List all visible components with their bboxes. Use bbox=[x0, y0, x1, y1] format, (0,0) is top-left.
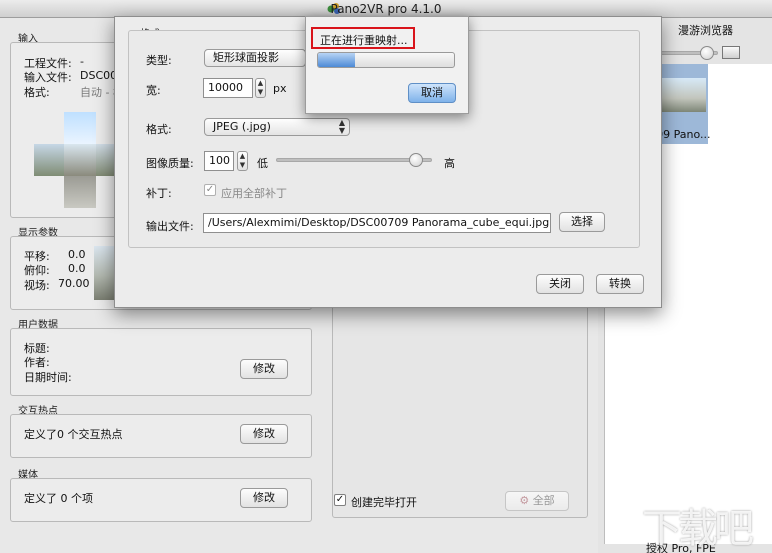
hotspot-modify-button[interactable]: 修改 bbox=[240, 424, 288, 444]
fov-value: 70.00 bbox=[58, 277, 90, 290]
gear-icon: ⚙ bbox=[519, 494, 530, 507]
quality-label: 图像质量: bbox=[146, 157, 194, 170]
input-file-label: 输入文件: bbox=[24, 71, 72, 84]
patch-label: 补丁: bbox=[146, 187, 172, 200]
datetime-label: 日期时间: bbox=[24, 371, 72, 384]
tilt-label: 俯仰: bbox=[24, 264, 50, 277]
browser-zoom-knob[interactable] bbox=[700, 46, 714, 60]
convert-button[interactable]: 转换 bbox=[596, 274, 644, 294]
author-label: 作者: bbox=[24, 356, 50, 369]
project-file-value: - bbox=[80, 55, 84, 68]
fov-label: 视场: bbox=[24, 279, 50, 292]
cube-face-top bbox=[64, 112, 96, 144]
window-title: Pano2VR pro 4.1.0 bbox=[330, 2, 442, 16]
type-select[interactable]: 矩形球面投影 bbox=[204, 49, 306, 67]
open-after-checkbox[interactable]: ✓ bbox=[334, 494, 346, 506]
media-summary: 定义了 0 个项 bbox=[24, 492, 93, 505]
stepper-arrows-icon: ▲ ▼ bbox=[239, 152, 246, 169]
user-data-modify-button[interactable]: 修改 bbox=[240, 359, 288, 379]
format-select-value: JPEG (.jpg) bbox=[213, 120, 271, 133]
checkmark-icon: ✓ bbox=[335, 494, 345, 505]
checkmark-icon: ✓ bbox=[205, 184, 215, 195]
select-arrows-icon: ▲▼ bbox=[338, 118, 345, 135]
quality-low-label: 低 bbox=[257, 157, 268, 170]
hotspot-summary: 定义了0 个交互热点 bbox=[24, 428, 123, 441]
progress-bar-fill bbox=[318, 53, 355, 67]
width-input[interactable]: 10000 bbox=[203, 78, 253, 98]
width-stepper[interactable]: ▲ ▼ bbox=[255, 78, 266, 98]
progress-message-highlight bbox=[311, 27, 415, 49]
type-select-value: 矩形球面投影 bbox=[213, 51, 279, 64]
output-all-label: 全部 bbox=[532, 494, 555, 507]
cube-face-bottom bbox=[64, 176, 96, 208]
width-label: 宽: bbox=[146, 84, 161, 97]
close-button[interactable]: 关闭 bbox=[536, 274, 584, 294]
cube-face-left bbox=[34, 144, 66, 176]
tour-node-thumbnail bbox=[662, 78, 706, 112]
choose-file-button[interactable]: 选择 bbox=[559, 212, 605, 232]
tour-browser-title: 漫游浏览器 bbox=[678, 24, 733, 37]
width-unit: px bbox=[273, 82, 287, 95]
large-thumbnail-icon bbox=[722, 46, 740, 59]
tilt-value: 0.0 bbox=[68, 262, 86, 275]
format-label-dialog: 格式: bbox=[146, 123, 172, 136]
apply-patches-label: 应用全部补丁 bbox=[221, 187, 287, 200]
stepper-arrows-icon: ▲ ▼ bbox=[257, 79, 264, 96]
format-label: 格式: bbox=[24, 86, 50, 99]
quality-high-label: 高 bbox=[444, 157, 455, 170]
output-file-label: 输出文件: bbox=[146, 220, 194, 233]
format-select[interactable]: JPEG (.jpg) ▲ ▼ bbox=[204, 118, 350, 136]
progress-bar bbox=[317, 52, 455, 68]
watermark: 下载吧 bbox=[642, 506, 754, 552]
cancel-button[interactable]: 取消 bbox=[408, 83, 456, 103]
quality-input[interactable]: 100 bbox=[204, 151, 234, 171]
media-modify-button[interactable]: 修改 bbox=[240, 488, 288, 508]
output-all-button[interactable]: ⚙ 全部 bbox=[505, 491, 569, 511]
apply-patches-checkbox[interactable]: ✓ bbox=[204, 184, 216, 196]
type-label: 类型: bbox=[146, 54, 172, 67]
pan-value: 0.0 bbox=[68, 248, 86, 261]
open-after-label: 创建完毕打开 bbox=[351, 496, 417, 509]
output-file-input[interactable]: /Users/Alexmimi/Desktop/DSC00709 Panoram… bbox=[203, 213, 551, 233]
quality-stepper[interactable]: ▲ ▼ bbox=[237, 151, 248, 171]
cube-face-front bbox=[64, 144, 96, 176]
